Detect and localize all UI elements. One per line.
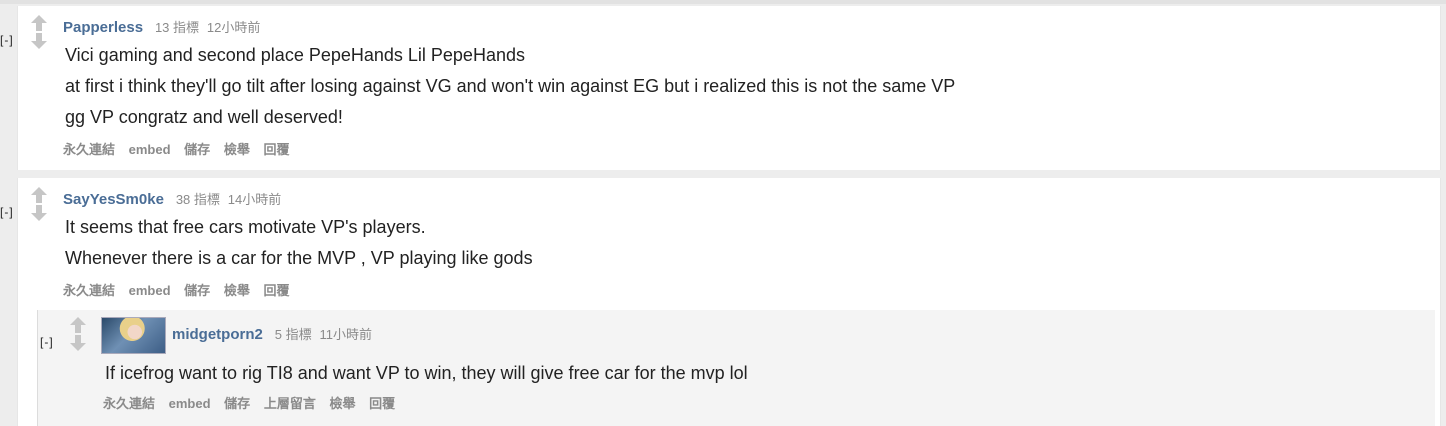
- comment-line: gg VP congratz and well deserved!: [65, 107, 343, 127]
- reply-button[interactable]: 回覆: [369, 396, 395, 411]
- comment-actions: 永久連結 embed 儲存 檢舉 回覆: [63, 280, 299, 299]
- author-link[interactable]: Papperless: [63, 19, 143, 36]
- collapse-toggle[interactable]: [-]: [0, 205, 14, 219]
- report-button[interactable]: 檢舉: [224, 142, 250, 157]
- downvote-arrow-icon[interactable]: [29, 204, 49, 222]
- permalink-button[interactable]: 永久連結: [63, 283, 115, 298]
- avatar[interactable]: [101, 317, 166, 354]
- reply-button[interactable]: 回覆: [263, 142, 289, 157]
- timestamp: 11小時前: [319, 327, 372, 342]
- vote-controls: [29, 14, 49, 50]
- vote-controls: [68, 316, 88, 352]
- embed-button[interactable]: embed: [129, 283, 171, 298]
- comment-line: It seems that free cars motivate VP's pl…: [65, 217, 426, 237]
- author-link[interactable]: midgetporn2: [172, 326, 263, 343]
- save-button[interactable]: 儲存: [184, 142, 210, 157]
- comment-tagline: SayYesSm0ke 38 指標 14小時前: [63, 189, 281, 208]
- upvote-arrow-icon[interactable]: [68, 316, 88, 334]
- score: 13 指標: [154, 20, 200, 35]
- comment-body: Vici gaming and second place PepeHands L…: [65, 40, 955, 133]
- reply-button[interactable]: 回覆: [263, 283, 289, 298]
- save-button[interactable]: 儲存: [184, 283, 210, 298]
- downvote-arrow-icon[interactable]: [68, 334, 88, 352]
- report-button[interactable]: 檢舉: [224, 283, 250, 298]
- comment-body: If icefrog want to rig TI8 and want VP t…: [105, 358, 748, 389]
- score: 5 指標: [274, 327, 312, 342]
- comment-line: at first i think they'll go tilt after l…: [65, 76, 956, 96]
- collapse-toggle[interactable]: [-]: [0, 33, 14, 47]
- comment-line: Vici gaming and second place PepeHands L…: [65, 45, 525, 65]
- comment-line: Whenever there is a car for the MVP , VP…: [65, 248, 533, 268]
- timestamp: 12小時前: [206, 20, 261, 35]
- top-divider: [0, 0, 1446, 4]
- timestamp: 14小時前: [227, 192, 282, 207]
- downvote-arrow-icon[interactable]: [29, 32, 49, 50]
- report-button[interactable]: 檢舉: [329, 396, 355, 411]
- nested-reply: [-] midgetporn2 5 指標 11小時前 If icefrog wa…: [37, 310, 1435, 426]
- comment-body: It seems that free cars motivate VP's pl…: [65, 212, 533, 274]
- permalink-button[interactable]: 永久連結: [63, 142, 115, 157]
- parent-button[interactable]: 上層留言: [264, 396, 316, 411]
- comment-actions: 永久連結 embed 儲存 檢舉 回覆: [63, 139, 299, 158]
- upvote-arrow-icon[interactable]: [29, 14, 49, 32]
- author-link[interactable]: SayYesSm0ke: [63, 191, 164, 208]
- permalink-button[interactable]: 永久連結: [103, 396, 155, 411]
- comment-actions: 永久連結 embed 儲存 上層留言 檢舉 回覆: [103, 393, 405, 412]
- comment-tagline: midgetporn2 5 指標 11小時前: [172, 324, 372, 343]
- embed-button[interactable]: embed: [129, 142, 171, 157]
- upvote-arrow-icon[interactable]: [29, 186, 49, 204]
- comment: [-] SayYesSm0ke 38 指標 14小時前 It seems tha…: [0, 178, 1446, 426]
- score: 38 指標: [175, 192, 220, 207]
- embed-button[interactable]: embed: [169, 396, 211, 411]
- comment-line: If icefrog want to rig TI8 and want VP t…: [105, 363, 748, 383]
- comment-tagline: Papperless 13 指標 12小時前: [63, 17, 260, 36]
- collapse-toggle[interactable]: [-]: [40, 335, 54, 349]
- vote-controls: [29, 186, 49, 222]
- save-button[interactable]: 儲存: [224, 396, 250, 411]
- comment: [-] Papperless 13 指標 12小時前 Vici gaming a…: [0, 6, 1446, 170]
